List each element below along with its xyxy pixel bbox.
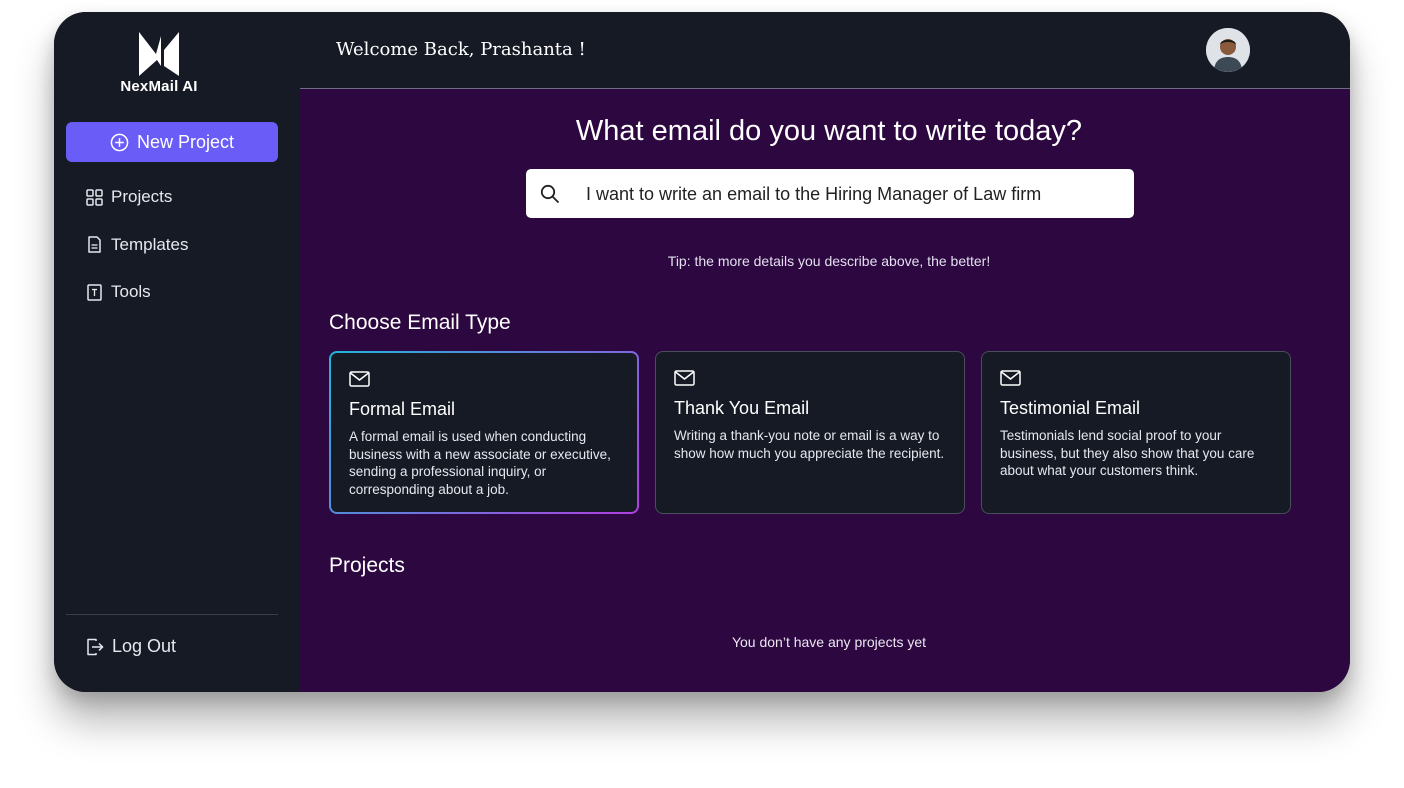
mail-icon bbox=[349, 371, 370, 387]
plus-circle-icon bbox=[110, 133, 129, 151]
search-icon bbox=[540, 184, 560, 204]
page-title: What email do you want to write today? bbox=[575, 115, 1083, 147]
logout-button[interactable]: Log Out bbox=[86, 636, 176, 657]
search-bar bbox=[526, 169, 1134, 220]
card-description: Testimonials lend social proof to your b… bbox=[1000, 428, 1255, 478]
mail-icon bbox=[1000, 370, 1021, 386]
tools-icon bbox=[86, 283, 103, 301]
avatar[interactable] bbox=[1206, 28, 1250, 72]
brand-name: NexMail AI bbox=[120, 78, 198, 95]
email-type-card-thank-you[interactable]: Thank You Email Writing a thank-you note… bbox=[655, 351, 965, 514]
sidebar-divider bbox=[66, 614, 278, 615]
logout-icon bbox=[87, 638, 104, 655]
card-description: Writing a thank-you note or email is a w… bbox=[674, 428, 945, 461]
empty-projects-message: You don’t have any projects yet bbox=[731, 634, 927, 650]
projects-heading: Projects bbox=[329, 554, 405, 577]
new-project-label: New Project bbox=[136, 131, 235, 152]
card-title: Formal Email bbox=[349, 399, 456, 419]
mail-icon bbox=[674, 370, 695, 386]
sidebar-item-templates[interactable]: Templates bbox=[86, 230, 188, 260]
sidebar-item-projects[interactable]: Projects bbox=[86, 182, 188, 212]
sidebar-nav: Projects Templates Tools bbox=[86, 182, 188, 325]
sidebar-item-label: Tools bbox=[111, 282, 151, 301]
sidebar-item-label: Projects bbox=[111, 187, 173, 206]
sidebar: NexMail AI New Project Projects Template… bbox=[54, 12, 300, 692]
sidebar-item-label: Templates bbox=[111, 234, 189, 254]
search-input[interactable] bbox=[584, 169, 1128, 220]
logout-label: Log Out bbox=[112, 636, 177, 656]
email-type-card-formal[interactable]: Formal Email A formal email is used when… bbox=[329, 351, 639, 514]
email-type-heading: Choose Email Type bbox=[329, 311, 511, 334]
sidebar-item-tools[interactable]: Tools bbox=[86, 277, 188, 307]
brand: NexMail AI bbox=[54, 32, 264, 95]
email-type-card-testimonial[interactable]: Testimonial Email Testimonials lend soci… bbox=[981, 351, 1291, 514]
welcome-message: Welcome Back, Prashanta ! bbox=[336, 39, 586, 60]
new-project-button[interactable]: New Project bbox=[66, 122, 278, 162]
nexmail-logo-icon bbox=[139, 32, 179, 76]
card-title: Thank You Email bbox=[674, 398, 810, 418]
tip-text: Tip: the more details you describe above… bbox=[667, 253, 991, 269]
card-description: A formal email is used when conducting b… bbox=[349, 429, 611, 497]
top-bar: Welcome Back, Prashanta ! bbox=[300, 12, 1350, 89]
app-window: NexMail AI New Project Projects Template… bbox=[54, 12, 1350, 692]
user-avatar-icon bbox=[1206, 28, 1250, 72]
card-title: Testimonial Email bbox=[1000, 398, 1141, 418]
document-icon bbox=[86, 236, 103, 253]
main-content: What email do you want to write today? T… bbox=[300, 89, 1350, 692]
grid-icon bbox=[86, 188, 103, 206]
